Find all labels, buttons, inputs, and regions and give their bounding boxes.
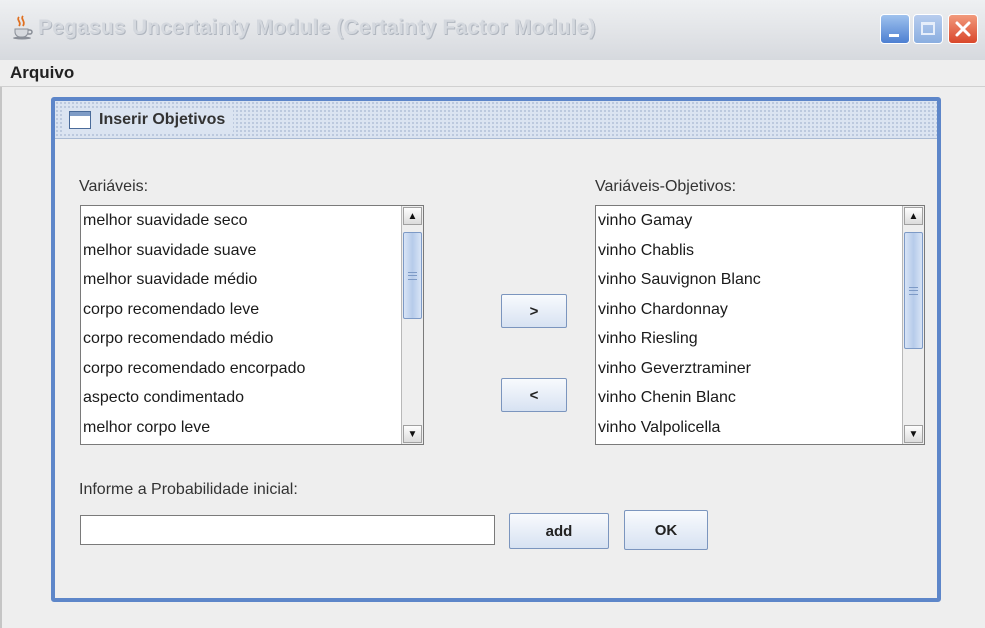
menu-bar: Arquivo: [0, 60, 985, 87]
minimize-icon: [889, 34, 899, 37]
variables-list[interactable]: melhor suavidade seco melhor suavidade su…: [80, 205, 424, 445]
move-right-button[interactable]: >: [501, 294, 567, 328]
goals-label: Variáveis-Objetivos:: [595, 178, 737, 195]
variables-items: melhor suavidade seco melhor suavidade su…: [81, 206, 423, 442]
scroll-thumb[interactable]: [904, 232, 923, 349]
inserir-objetivos-frame: Inserir Objetivos Variáveis: Variáveis-O…: [51, 97, 941, 602]
scroll-down-icon: ▼: [407, 428, 418, 440]
ok-button[interactable]: OK: [624, 510, 708, 550]
list-item[interactable]: corpo recomendado leve: [81, 295, 423, 325]
list-item[interactable]: vinho Valpolicella: [596, 413, 924, 443]
probability-input[interactable]: [80, 515, 495, 545]
list-item[interactable]: melhor suavidade seco: [81, 206, 423, 236]
app-window: Pegasus Uncertainty Module (Certainty Fa…: [0, 0, 985, 628]
probability-label: Informe a Probabilidade inicial:: [79, 481, 298, 498]
grip-icon: [408, 271, 417, 280]
variables-scrollbar[interactable]: ▲ ▼: [401, 206, 423, 444]
scroll-up-icon: ▲: [407, 210, 418, 222]
grip-icon: [909, 286, 918, 295]
minimize-button[interactable]: [880, 14, 910, 44]
menu-arquivo[interactable]: Arquivo: [10, 63, 74, 83]
scroll-up-icon: ▲: [908, 210, 919, 222]
goals-list[interactable]: vinho Gamay vinho Chablis vinho Sauvignon …: [595, 205, 925, 445]
window-frame-icon: [69, 111, 91, 129]
frame-title-group: Inserir Objetivos: [63, 108, 234, 132]
variables-label: Variáveis:: [79, 178, 149, 195]
scroll-down-button[interactable]: ▼: [904, 425, 923, 443]
list-item[interactable]: vinho Gamay: [596, 206, 924, 236]
scroll-down-button[interactable]: ▼: [403, 425, 422, 443]
scroll-thumb[interactable]: [403, 232, 422, 319]
frame-title: Inserir Objetivos: [99, 111, 226, 128]
scroll-down-icon: ▼: [908, 428, 919, 440]
list-item[interactable]: vinho Riesling: [596, 324, 924, 354]
list-item[interactable]: vinho Sauvignon Blanc: [596, 265, 924, 295]
list-item[interactable]: melhor suavidade suave: [81, 236, 423, 266]
frame-title-bar[interactable]: Inserir Objetivos: [55, 101, 937, 139]
window-title: Pegasus Uncertainty Module (Certainty Fa…: [38, 16, 596, 39]
close-button[interactable]: [948, 14, 978, 44]
move-left-button[interactable]: <: [501, 378, 567, 412]
list-item[interactable]: corpo recomendado encorpado: [81, 354, 423, 384]
list-item[interactable]: melhor suavidade médio: [81, 265, 423, 295]
title-bar[interactable]: Pegasus Uncertainty Module (Certainty Fa…: [0, 0, 985, 60]
list-item[interactable]: corpo recomendado médio: [81, 324, 423, 354]
list-item[interactable]: vinho Chardonnay: [596, 295, 924, 325]
maximize-icon: [921, 22, 935, 35]
java-cup-icon: [13, 15, 33, 40]
list-item[interactable]: vinho Chenin Blanc: [596, 383, 924, 413]
scroll-up-button[interactable]: ▲: [403, 207, 422, 225]
close-icon: [955, 21, 971, 37]
add-button[interactable]: add: [509, 513, 609, 549]
list-item[interactable]: vinho Chablis: [596, 236, 924, 266]
maximize-button[interactable]: [913, 14, 943, 44]
goals-scrollbar[interactable]: ▲ ▼: [902, 206, 924, 444]
list-item[interactable]: vinho Geverztraminer: [596, 354, 924, 384]
scroll-up-button[interactable]: ▲: [904, 207, 923, 225]
list-item[interactable]: melhor corpo leve: [81, 413, 423, 443]
list-item[interactable]: aspecto condimentado: [81, 383, 423, 413]
goals-items: vinho Gamay vinho Chablis vinho Sauvignon …: [596, 206, 924, 442]
